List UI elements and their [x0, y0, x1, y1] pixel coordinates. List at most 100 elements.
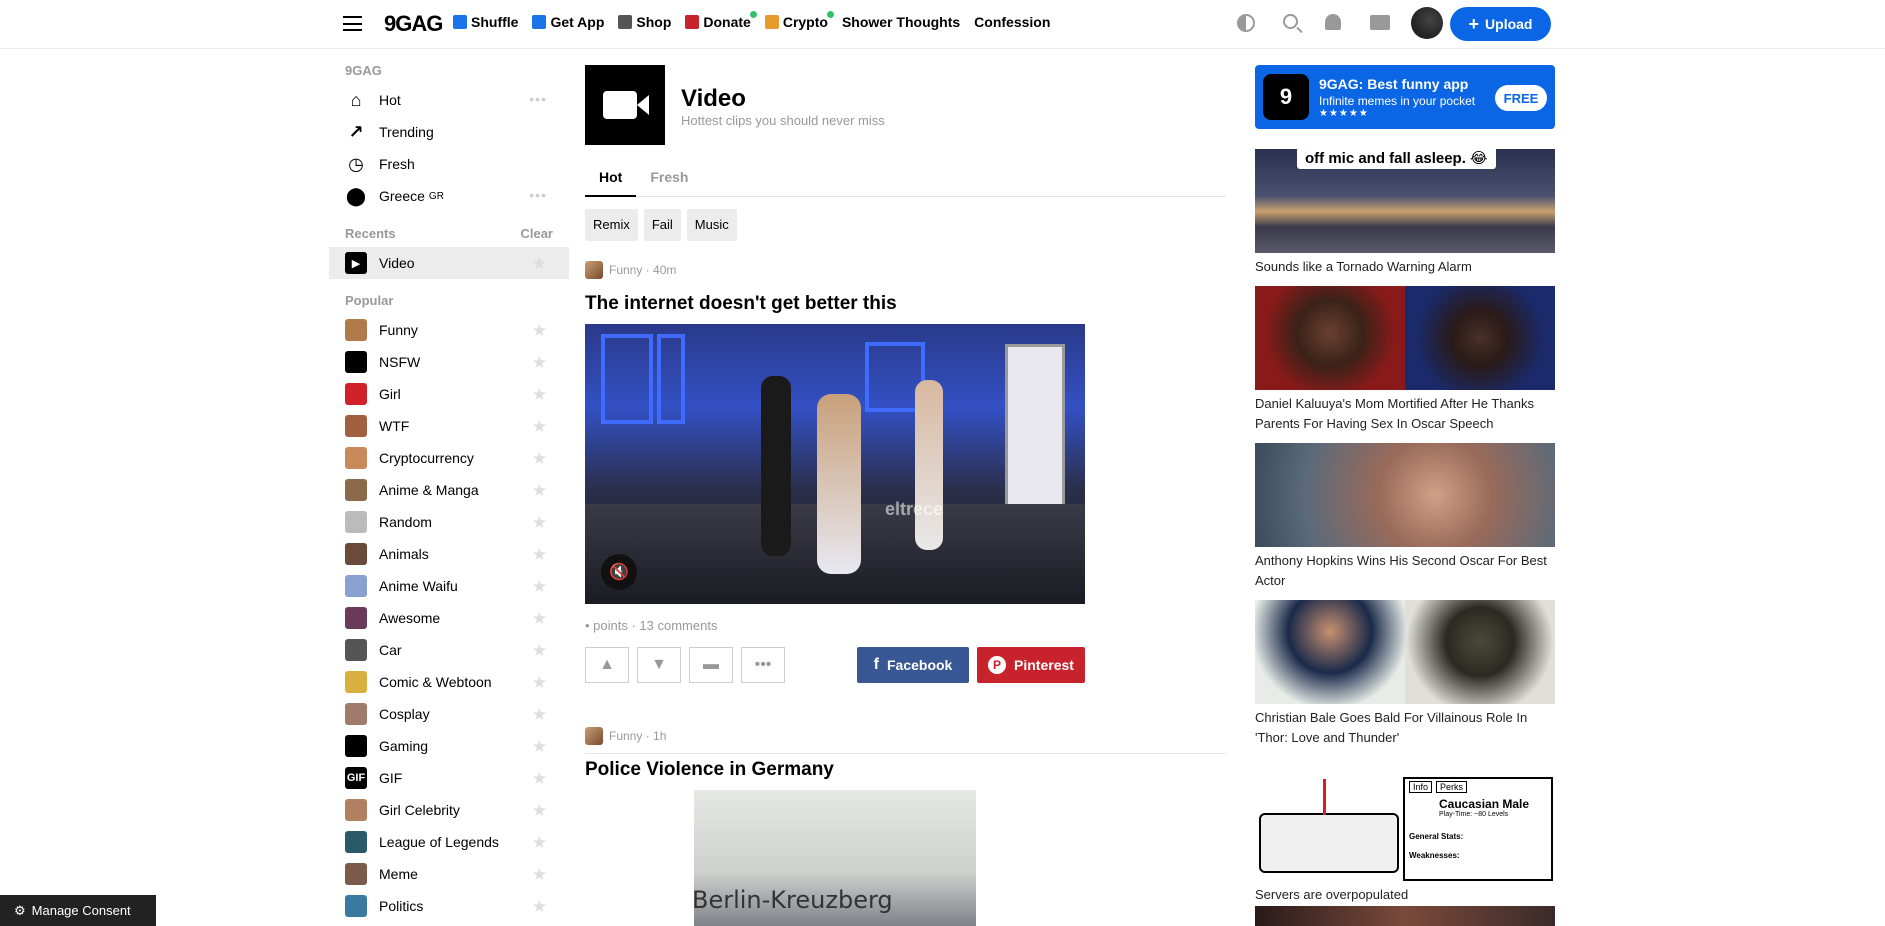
post-title[interactable]: The internet doesn't get better this: [585, 293, 1226, 315]
pinterest-share-button[interactable]: P Pinterest: [977, 647, 1085, 683]
chat-icon[interactable]: [1370, 15, 1390, 30]
featured-card[interactable]: off mic and fall asleep. 😂 Sounds like a…: [1255, 149, 1555, 277]
chip-remix[interactable]: Remix: [585, 209, 638, 241]
sidebar-item-girl-celebrity[interactable]: Girl Celebrity ★: [329, 794, 569, 826]
star-icon[interactable]: ★: [532, 770, 547, 787]
nav-item-donate[interactable]: Donate: [685, 11, 757, 30]
post-category-time[interactable]: Funny · 1h: [609, 729, 666, 743]
site-logo[interactable]: 9GAG: [384, 11, 443, 37]
chip-fail[interactable]: Fail: [643, 209, 681, 241]
sidebar-item-cryptocurrency[interactable]: Cryptocurrency ★: [329, 442, 569, 474]
star-icon[interactable]: ★: [532, 354, 547, 371]
sidebar-item-nsfw[interactable]: NSFW ★: [329, 346, 569, 378]
sidebar-item-gif[interactable]: GIF GIF ★: [329, 762, 569, 794]
star-icon[interactable]: ★: [532, 546, 547, 563]
sidebar-item-cosplay[interactable]: Cosplay ★: [329, 698, 569, 730]
star-icon[interactable]: ★: [532, 610, 547, 627]
star-icon[interactable]: ★: [532, 255, 547, 272]
sidebar-item-random[interactable]: Random ★: [329, 506, 569, 538]
app-promo-banner[interactable]: 9 9GAG: Best funny app Infinite memes in…: [1255, 65, 1555, 129]
clear-recents-button[interactable]: Clear: [520, 226, 553, 241]
more-icon: •••: [754, 656, 772, 673]
upload-button[interactable]: + Upload: [1450, 7, 1551, 41]
sidebar-item-hot[interactable]: ⌂ Hot •••: [329, 84, 569, 116]
tab-fresh[interactable]: Fresh: [636, 167, 702, 197]
sidebar-item-politics[interactable]: Politics ★: [329, 890, 569, 922]
sidebar-item-greece[interactable]: ⬤ Greece GR •••: [329, 180, 569, 212]
sidebar-item-fresh[interactable]: ◷ Fresh: [329, 148, 569, 180]
sidebar-item-awesome[interactable]: Awesome ★: [329, 602, 569, 634]
nav-item-shop[interactable]: Shop: [618, 14, 671, 30]
category-avatar[interactable]: [585, 261, 603, 279]
category-avatar[interactable]: [585, 727, 603, 745]
sidebar-item-girl[interactable]: Girl ★: [329, 378, 569, 410]
tab-hot[interactable]: Hot: [585, 167, 637, 197]
nav-item-crypto[interactable]: Crypto: [764, 11, 834, 30]
more-options-icon[interactable]: •••: [529, 188, 547, 202]
post-stats[interactable]: • points · 13 comments: [585, 618, 1226, 633]
menu-icon[interactable]: [343, 16, 362, 31]
sidebar-item-car[interactable]: Car ★: [329, 634, 569, 666]
star-icon[interactable]: ★: [532, 834, 547, 851]
post-image[interactable]: Berlin-Kreuzberg: [694, 790, 976, 926]
featured-card[interactable]: Christian Bale Goes Bald For Villainous …: [1255, 600, 1555, 748]
sidebar-item-funny[interactable]: Funny ★: [329, 314, 569, 346]
upvote-button[interactable]: ▲: [585, 647, 629, 683]
star-icon[interactable]: ★: [532, 802, 547, 819]
comment-icon: ▬: [703, 656, 719, 673]
nav-item-confession[interactable]: Confession: [974, 14, 1050, 30]
star-icon[interactable]: ★: [532, 450, 547, 467]
sidebar-item-trending[interactable]: ↗ Trending: [329, 116, 569, 148]
star-icon[interactable]: ★: [532, 578, 547, 595]
post-video[interactable]: eltrece 🔇: [585, 324, 1085, 604]
nav-item-get-app[interactable]: Get App: [532, 14, 604, 30]
featured-card[interactable]: Daniel Kaluuya's Mom Mortified After He …: [1255, 286, 1555, 434]
nav-item-shuffle[interactable]: Shuffle: [453, 14, 518, 30]
sidebar-item-anime-waifu[interactable]: Anime Waifu ★: [329, 570, 569, 602]
sidebar-item-video[interactable]: ▶ Video ★: [329, 247, 569, 279]
star-icon[interactable]: ★: [532, 514, 547, 531]
star-icon[interactable]: ★: [532, 322, 547, 339]
cat-icon: [764, 15, 779, 29]
featured-card[interactable]: Info Perks Caucasian Male Play-Time: ~80…: [1255, 777, 1555, 905]
post-category-time[interactable]: Funny · 40m: [609, 263, 676, 277]
comic-tab-perks: Perks: [1436, 781, 1468, 793]
more-options-icon[interactable]: •••: [529, 92, 547, 106]
sidebar-item-gaming[interactable]: Gaming ★: [329, 730, 569, 762]
star-icon[interactable]: ★: [532, 386, 547, 403]
sidebar-item-animals[interactable]: Animals ★: [329, 538, 569, 570]
sidebar-item-label: GIF: [379, 770, 403, 786]
nav-item-shower-thoughts[interactable]: Shower Thoughts: [842, 14, 960, 30]
featured-card[interactable]: Anthony Hopkins Wins His Second Oscar Fo…: [1255, 443, 1555, 591]
post-title[interactable]: Police Violence in Germany: [585, 759, 1226, 781]
bell-icon[interactable]: [1325, 14, 1341, 30]
search-icon[interactable]: [1283, 14, 1298, 29]
star-icon[interactable]: ★: [532, 418, 547, 435]
sidebar-item-meme[interactable]: Meme ★: [329, 858, 569, 890]
mute-icon[interactable]: 🔇: [601, 554, 637, 590]
gif-icon: GIF: [345, 767, 367, 789]
dark-mode-icon[interactable]: [1237, 14, 1255, 32]
downvote-button[interactable]: ▼: [637, 647, 681, 683]
star-icon[interactable]: ★: [532, 898, 547, 915]
star-icon[interactable]: ★: [532, 706, 547, 723]
star-icon[interactable]: ★: [532, 674, 547, 691]
facebook-share-button[interactable]: f Facebook: [857, 647, 969, 683]
sidebar-item-league-of-legends[interactable]: League of Legends ★: [329, 826, 569, 858]
sidebar-item-anime-manga[interactable]: Anime & Manga ★: [329, 474, 569, 506]
arrow-up-icon: ▲: [599, 656, 615, 673]
free-button[interactable]: FREE: [1495, 85, 1547, 111]
sidebar-item-wtf[interactable]: WTF ★: [329, 410, 569, 442]
featured-card[interactable]: [1255, 906, 1555, 926]
chip-music[interactable]: Music: [686, 209, 737, 241]
comment-button[interactable]: ▬: [689, 647, 733, 683]
star-icon[interactable]: ★: [532, 482, 547, 499]
comic-info-panel: Info Perks Caucasian Male Play-Time: ~80…: [1403, 777, 1553, 881]
manage-consent-button[interactable]: ⚙ Manage Consent: [0, 895, 156, 926]
star-icon[interactable]: ★: [532, 738, 547, 755]
sidebar-item-comic-webtoon[interactable]: Comic & Webtoon ★: [329, 666, 569, 698]
star-icon[interactable]: ★: [532, 866, 547, 883]
more-button[interactable]: •••: [741, 647, 785, 683]
avatar[interactable]: [1411, 7, 1443, 39]
star-icon[interactable]: ★: [532, 642, 547, 659]
